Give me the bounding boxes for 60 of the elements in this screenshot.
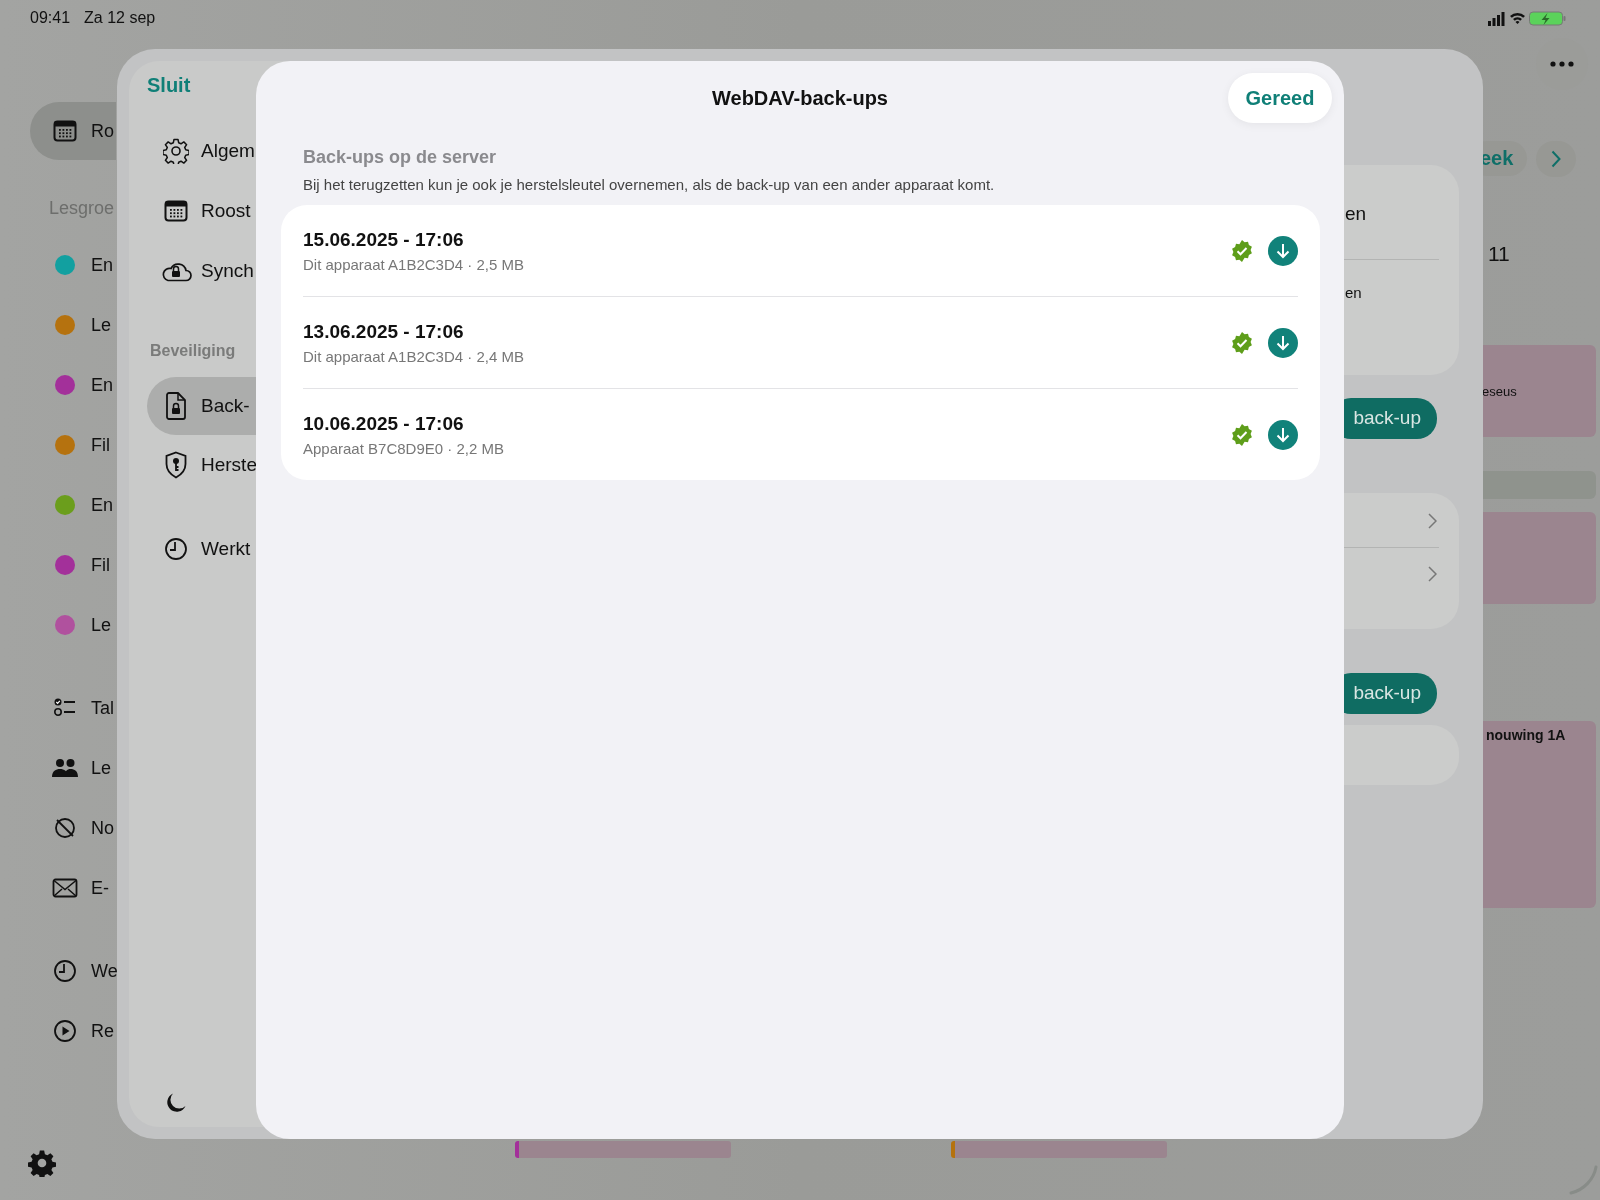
chevron-right-icon bbox=[1551, 150, 1561, 168]
sidebar-item[interactable]: We bbox=[30, 941, 116, 1001]
backup-date: 13.06.2025 - 17:06 bbox=[303, 320, 465, 343]
play-icon bbox=[53, 1019, 77, 1043]
backup-detail: Dit apparaat A1B2C3D4 · 2,4 MB bbox=[303, 347, 525, 365]
slash-circle-icon bbox=[53, 816, 77, 840]
download-icon bbox=[1276, 334, 1290, 351]
chevron-right-icon bbox=[1428, 566, 1437, 582]
download-icon bbox=[1276, 242, 1290, 259]
checklist-icon bbox=[53, 697, 77, 719]
settings-item[interactable]: Werkt bbox=[147, 519, 359, 579]
sidebar-item[interactable]: Le bbox=[30, 595, 116, 655]
people-icon bbox=[51, 758, 79, 778]
mail-icon bbox=[52, 878, 78, 898]
sidebar-item[interactable]: No bbox=[30, 798, 116, 858]
download-button[interactable] bbox=[1268, 327, 1298, 358]
download-button[interactable] bbox=[1268, 419, 1298, 450]
clock-icon bbox=[53, 959, 77, 983]
section-header: Beveiliging bbox=[150, 341, 236, 361]
wifi-icon bbox=[1509, 13, 1525, 26]
status-time: 09:41 bbox=[30, 9, 71, 27]
day-label: 11 bbox=[1488, 242, 1510, 266]
download-icon bbox=[1276, 426, 1290, 443]
sidebar-item[interactable]: Le bbox=[30, 738, 116, 798]
settings-icon bbox=[163, 138, 189, 164]
sidebar-item[interactable]: En bbox=[30, 475, 116, 535]
download-button[interactable] bbox=[1268, 235, 1298, 266]
section-description: Bij het terugzetten kun je ook je herstelsleutel overnemen, als de back-up van een ander apparaat komt. bbox=[303, 176, 996, 193]
moon-icon[interactable] bbox=[165, 1092, 187, 1114]
sidebar-item[interactable]: Le bbox=[30, 295, 116, 355]
signal-icon bbox=[1488, 11, 1505, 26]
backup-date: 15.06.2025 - 17:06 bbox=[303, 228, 465, 251]
calendar-icon bbox=[53, 120, 77, 142]
card-row-label: en bbox=[1345, 203, 1367, 226]
sidebar-item[interactable]: Re bbox=[30, 1001, 116, 1061]
settings-icon[interactable] bbox=[28, 1149, 56, 1177]
event-title: eseus bbox=[1481, 383, 1517, 399]
clock-icon bbox=[164, 537, 188, 561]
calendar-icon bbox=[164, 200, 188, 222]
sidebar-item[interactable]: Tal bbox=[30, 678, 116, 738]
locked-document-icon bbox=[165, 392, 187, 420]
section-title: Back-ups op de server bbox=[303, 147, 498, 168]
event-title: nouwing 1A bbox=[1486, 727, 1566, 743]
sidebar-item[interactable]: En bbox=[30, 235, 116, 295]
sidebar-item[interactable]: Fil bbox=[30, 535, 116, 595]
cloud-lock-icon bbox=[160, 260, 192, 282]
sidebar-item[interactable]: En bbox=[30, 355, 116, 415]
dialog-title: WebDAV-back-ups bbox=[712, 86, 888, 110]
backup-detail: Apparaat B7C8D9E0 · 2,2 MB bbox=[303, 439, 505, 457]
shield-key-icon bbox=[164, 451, 188, 479]
sidebar-item[interactable]: Ro bbox=[30, 102, 116, 160]
sidebar-item[interactable]: Fil bbox=[30, 415, 116, 475]
status-date: Za 12 sep bbox=[84, 9, 156, 27]
done-button[interactable]: Gereed bbox=[1228, 73, 1332, 123]
chevron-right-icon bbox=[1428, 513, 1437, 529]
battery-icon bbox=[1529, 11, 1566, 26]
card-row-label: en bbox=[1345, 284, 1362, 303]
backup-detail: Dit apparaat A1B2C3D4 · 2,5 MB bbox=[303, 255, 525, 273]
more-icon bbox=[1550, 61, 1574, 67]
sidebar-item[interactable]: E- bbox=[30, 858, 116, 918]
